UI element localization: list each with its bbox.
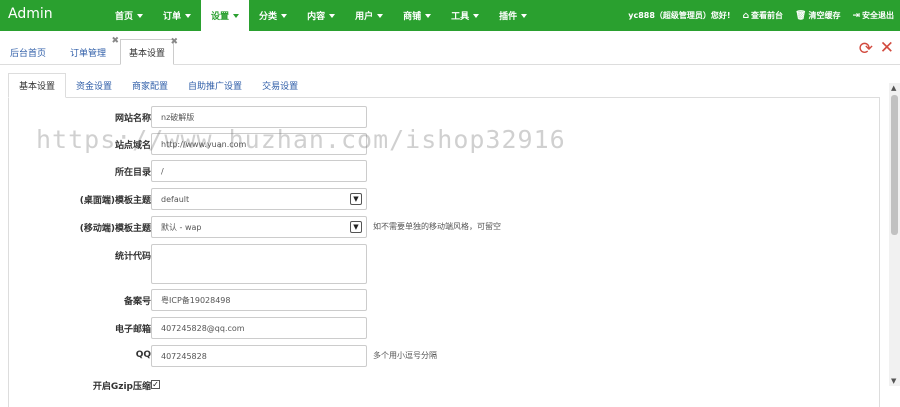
trash-icon: 🗑 — [795, 11, 807, 21]
mobile-theme-hint: 如不需要单独的移动端风格，可留空 — [373, 222, 501, 231]
directory-label: 所在目录 — [114, 168, 151, 178]
subtab-basic[interactable]: 基本设置 — [8, 73, 67, 98]
main-nav: 首页 订单 设置 分类 内容 用户 商铺 工具 插件 — [105, 0, 537, 31]
icp-label: 备案号 — [123, 297, 151, 307]
nav-settings[interactable]: 设置 — [201, 0, 250, 31]
subtab-funds[interactable]: 资金设置 — [66, 73, 122, 98]
pc-theme-label: (桌面端)模板主题 — [79, 196, 151, 206]
page-tab-basic-settings[interactable]: 基本设置 ✖ — [120, 37, 178, 65]
chevron-down-icon — [377, 13, 384, 18]
email-field[interactable]: 407245828@qq.com — [151, 317, 367, 339]
page-tab-strip: 后台首页 订单管理 ✖ 基本设置 ✖ ⟳ ✕ — [0, 31, 900, 65]
nav-home[interactable]: 首页 — [105, 0, 153, 31]
chevron-down-icon — [425, 13, 432, 18]
settings-subtabs: 基本设置 资金设置 商家配置 自助推广设置 交易设置 — [8, 73, 880, 98]
qq-hint: 多个用小逗号分隔 — [373, 351, 437, 360]
chevron-down-icon — [233, 13, 240, 18]
home-icon: ⌂ — [742, 11, 750, 21]
brand-logo[interactable]: Admin — [8, 6, 53, 22]
watermark-text: https://www.huzhan.com/ishop32916 — [36, 125, 566, 154]
page-tab-dashboard[interactable]: 后台首页 — [2, 39, 54, 65]
stats-code-label: 统计代码 — [114, 252, 151, 262]
gzip-label: 开启Gzip压缩 — [92, 382, 151, 392]
logout-icon: ⇥ — [852, 11, 860, 21]
scroll-down-icon[interactable]: ▼ — [891, 377, 896, 385]
nav-content[interactable]: 内容 — [297, 0, 345, 31]
refresh-icon[interactable]: ⟳ — [859, 39, 873, 59]
scroll-up-icon[interactable]: ▲ — [891, 84, 896, 92]
nav-plugins[interactable]: 插件 — [489, 0, 537, 31]
nav-tools[interactable]: 工具 — [441, 0, 489, 31]
user-actions: yc888（超级管理员）您好! ⌂ 查看前台 🗑 清空缓存 ⇥ 安全退出 — [628, 0, 894, 31]
pc-theme-select[interactable]: default ▼ — [151, 188, 367, 210]
subtab-trade[interactable]: 交易设置 — [252, 73, 308, 98]
subtab-promotion[interactable]: 自助推广设置 — [178, 73, 252, 98]
site-name-label: 网站名称 — [114, 114, 151, 124]
page-tab-orders[interactable]: 订单管理 ✖ — [62, 36, 119, 65]
chevron-down-icon: ▼ — [350, 193, 362, 205]
nav-category[interactable]: 分类 — [249, 0, 297, 31]
icp-input[interactable]: 粤ICP备19028498 — [151, 289, 367, 311]
scrollbar-thumb[interactable] — [891, 95, 898, 235]
logout-link[interactable]: ⇥ 安全退出 — [852, 10, 894, 21]
chevron-down-icon — [281, 13, 288, 18]
chevron-down-icon — [473, 13, 480, 18]
view-front-link[interactable]: ⌂ 查看前台 — [743, 10, 783, 21]
top-navbar: Admin 首页 订单 设置 分类 内容 用户 商铺 工具 插件 yc888（超… — [0, 0, 900, 31]
subtab-merchant[interactable]: 商家配置 — [122, 73, 178, 98]
email-label: 电子邮箱 — [114, 325, 151, 335]
mobile-theme-label: (移动端)模板主题 — [79, 224, 151, 234]
gzip-checkbox[interactable]: ✓ — [151, 380, 160, 389]
qq-label: QQ — [135, 350, 151, 360]
chevron-down-icon — [521, 13, 528, 18]
nav-orders[interactable]: 订单 — [153, 0, 201, 31]
close-icon[interactable]: ✖ — [170, 37, 178, 47]
close-icon[interactable]: ✖ — [111, 36, 119, 46]
mobile-theme-select[interactable]: 默认 - wap ▼ — [151, 216, 367, 238]
nav-shops[interactable]: 商铺 — [393, 0, 441, 31]
qq-input[interactable]: 407245828 — [151, 345, 367, 367]
user-greeting: yc888（超级管理员）您好! — [628, 11, 731, 20]
chevron-down-icon — [329, 13, 336, 18]
clear-cache-link[interactable]: 🗑 清空缓存 — [795, 10, 840, 21]
chevron-down-icon: ▼ — [350, 221, 362, 233]
stats-code-textarea[interactable] — [151, 244, 367, 284]
vertical-scrollbar[interactable]: ▲ ▼ — [889, 83, 900, 386]
directory-input[interactable]: / — [151, 160, 367, 182]
close-all-icon[interactable]: ✕ — [880, 38, 894, 58]
chevron-down-icon — [137, 13, 144, 18]
nav-users[interactable]: 用户 — [345, 0, 393, 31]
chevron-down-icon — [185, 13, 192, 18]
